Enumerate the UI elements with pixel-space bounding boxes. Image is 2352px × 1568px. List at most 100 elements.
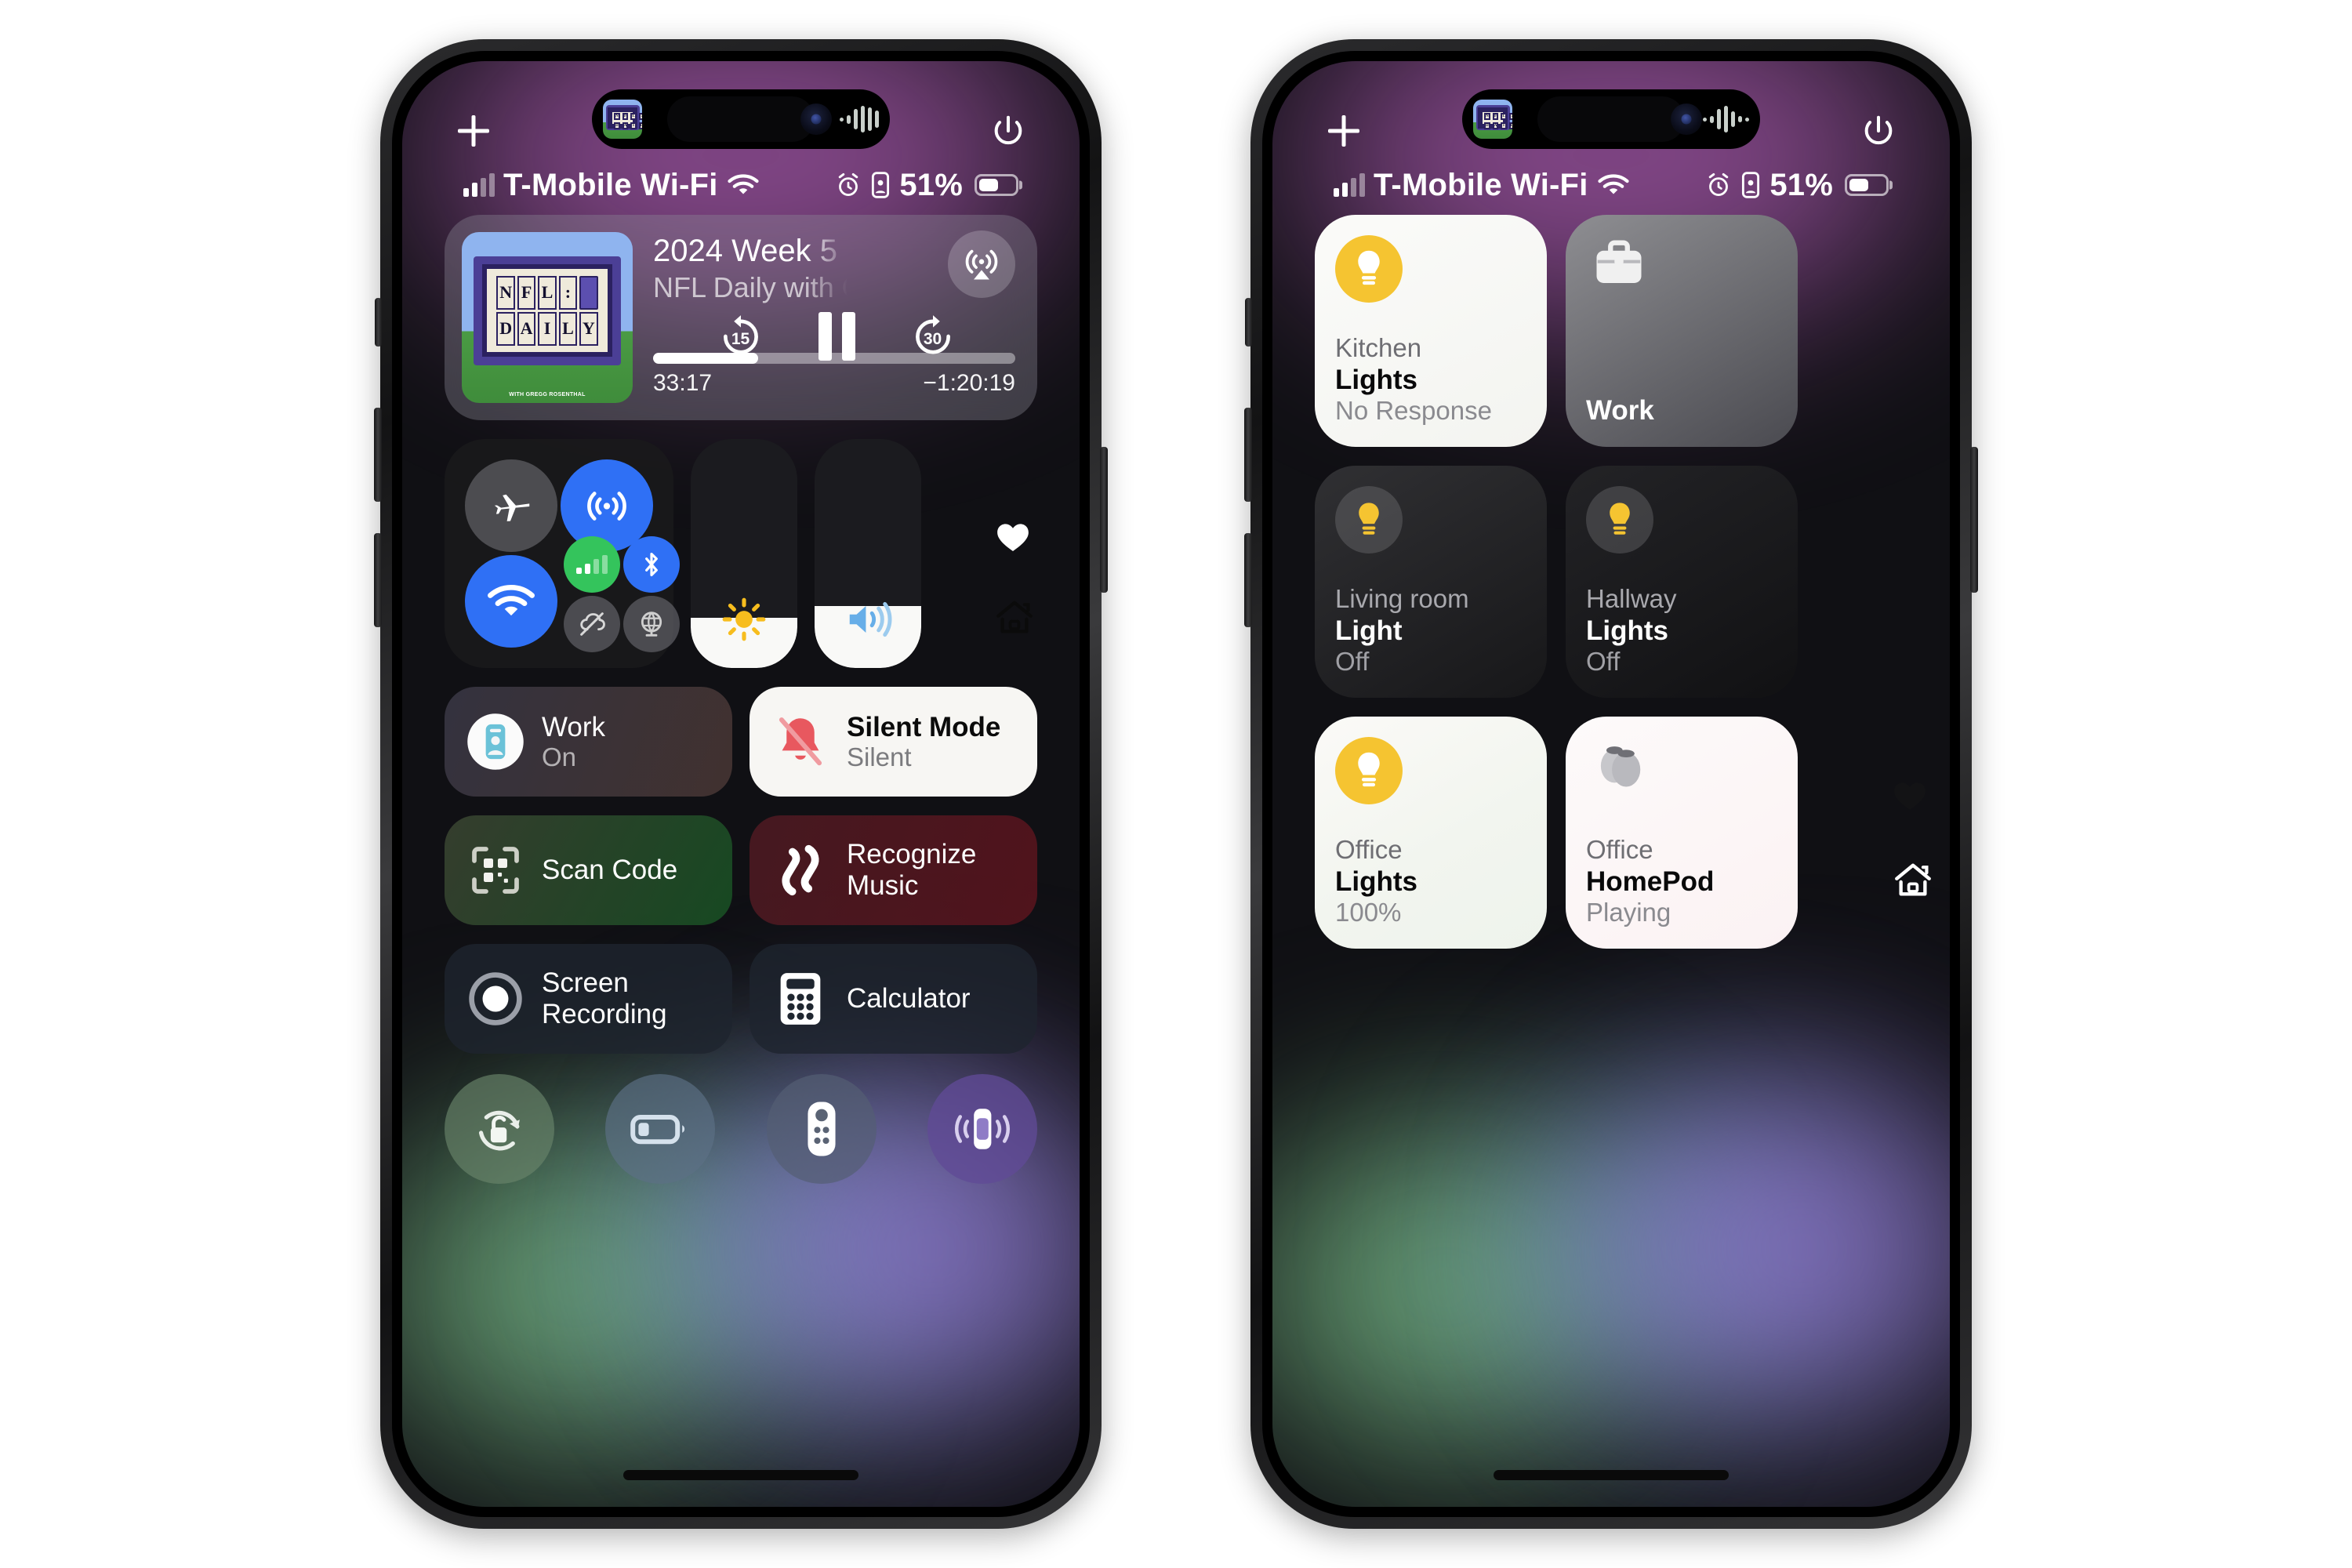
carrier-label: T-Mobile Wi-Fi [503,167,718,202]
volume-down-button[interactable] [374,533,382,627]
home-tile-room: Office [1335,834,1403,864]
side-power-button[interactable] [1970,447,1978,593]
home-tile-living-room-light[interactable]: Living room Light Off [1315,466,1547,698]
tile-scan-code[interactable]: Scan Code [445,815,732,925]
ping-watch-button[interactable] [927,1074,1037,1184]
power-button[interactable] [1854,107,1903,155]
rotation-lock-button[interactable] [445,1074,554,1184]
favorites-page-indicator[interactable] [995,521,1031,557]
lightbulb-icon [1335,235,1403,303]
add-control-button[interactable] [1319,107,1368,155]
volume-slider[interactable] [815,439,921,668]
audio-waveform-icon [840,103,879,135]
power-button[interactable] [984,107,1033,155]
personal-hotspot-button[interactable] [564,596,620,652]
now-playing-widget[interactable]: NFL: DAILY WITH GREGG ROSENTHAL 2024 Wee… [445,215,1037,420]
screen-left: NFL: DAILY T-Mobile Wi [402,61,1080,1507]
home-indicator[interactable] [1494,1470,1729,1480]
volume-down-button[interactable] [1244,533,1252,627]
album-artwork: NFL: DAILY WITH GREGG ROSENTHAL [462,232,633,403]
lightbulb-icon [1335,486,1403,554]
tile-row-focus: Work On Silent Mode Silent [445,687,1037,797]
focus-work-icon [465,711,526,772]
hotspot-off-icon [580,612,605,636]
side-power-button[interactable] [1100,447,1108,593]
page-indicator-left [938,439,1037,668]
qr-scan-icon [465,840,526,901]
now-playing-title: 2024 Week 5 R [653,234,848,268]
playback-progress[interactable]: 33:17 −1:20:19 [653,353,1015,397]
now-playing-subtitle: NFL Daily with G [653,271,848,303]
tile-silent-mode[interactable]: Silent Mode Silent [750,687,1037,797]
home-tile-state: Playing [1586,898,1671,927]
skip-back-value: 15 [731,329,750,348]
dynamic-island-right[interactable]: NFL: DAILY [1462,89,1760,149]
home-tile-name: Lights [1335,866,1417,897]
silent-switch[interactable] [1245,298,1252,347]
status-bar-left: T-Mobile Wi-Fi 51% [402,162,1080,209]
cellular-signal-icon [1334,173,1365,197]
home-tile-hallway-lights[interactable]: Hallway Lights Off [1566,466,1798,698]
brightness-fill [691,597,797,668]
add-control-button[interactable] [449,107,498,155]
carrier-label: T-Mobile Wi-Fi [1374,167,1588,202]
home-controls-grid: Kitchen Lights No Response Work Living r… [1315,215,1907,949]
home-indicator[interactable] [623,1470,858,1480]
cellular-signal-icon [463,173,495,197]
home-tile-office-lights[interactable]: Office Lights 100% [1315,717,1547,949]
airplay-button[interactable] [948,230,1015,298]
heart-icon [997,524,1029,551]
cellular-data-button[interactable] [564,536,620,593]
silent-switch[interactable] [375,298,382,347]
island-inner-pill [667,96,815,142]
low-power-mode-button[interactable] [605,1074,716,1184]
front-camera [1671,103,1702,135]
home-controls-body: Kitchen Lights No Response Work Living r… [1272,215,1950,1507]
brightness-icon [720,595,768,648]
volume-icon [840,595,895,648]
power-icon [994,115,1022,145]
tile-screen-recording[interactable]: Screen Recording [445,944,732,1054]
battery-icon [975,174,1018,196]
bell-slash-icon [770,711,831,772]
tile-recognize-music[interactable]: Recognize Music [750,815,1037,925]
airplay-icon [965,249,998,280]
tile-work-focus[interactable]: Work On [445,687,732,797]
volume-up-button[interactable] [374,408,382,502]
battery-icon [1845,174,1889,196]
vpn-button[interactable] [623,596,680,652]
brightness-slider[interactable] [691,439,797,668]
tile-calculator[interactable]: Calculator [750,944,1037,1054]
home-tile-name: Lights [1586,615,1668,646]
tile-title: Calculator [847,983,971,1014]
home-page-indicator[interactable] [993,597,1036,641]
bluetooth-icon [645,552,658,577]
home-tile-name: HomePod [1586,866,1715,897]
home-tile-work-scene[interactable]: Work [1566,215,1798,447]
rotation-lock-icon [478,1110,520,1151]
home-tile-room: Hallway [1586,583,1677,613]
wifi-icon [1597,174,1629,194]
home-tile-kitchen-lights[interactable]: Kitchen Lights No Response [1315,215,1547,447]
apple-tv-remote-button[interactable] [766,1074,877,1184]
favorites-page-indicator[interactable] [1892,779,1939,816]
airplane-mode-button[interactable] [465,459,557,552]
front-camera [800,103,832,135]
dynamic-island-left[interactable]: NFL: DAILY [592,89,890,149]
shazam-icon [770,840,831,901]
elapsed-time: 33:17 [653,370,713,396]
battery-percent-label: 51% [1769,167,1833,202]
tile-row-record-calc: Screen Recording Calculator [445,944,1037,1054]
island-album-art: NFL: DAILY [603,100,642,139]
home-tile-office-homepod[interactable]: Office HomePod Playing [1566,717,1798,949]
wifi-icon [488,585,535,616]
bluetooth-button[interactable] [623,536,680,593]
screenshot-stage: NFL: DAILY T-Mobile Wi [0,0,2352,1568]
wifi-button[interactable] [465,555,557,648]
home-page-indicator[interactable] [1892,860,1939,903]
remote-icon [808,1102,836,1156]
screen-right: NFL: DAILY T-Mobile Wi-Fi [1272,61,1950,1507]
volume-fill [815,601,921,668]
volume-up-button[interactable] [1244,408,1252,502]
home-tile-room: Office [1586,834,1653,864]
